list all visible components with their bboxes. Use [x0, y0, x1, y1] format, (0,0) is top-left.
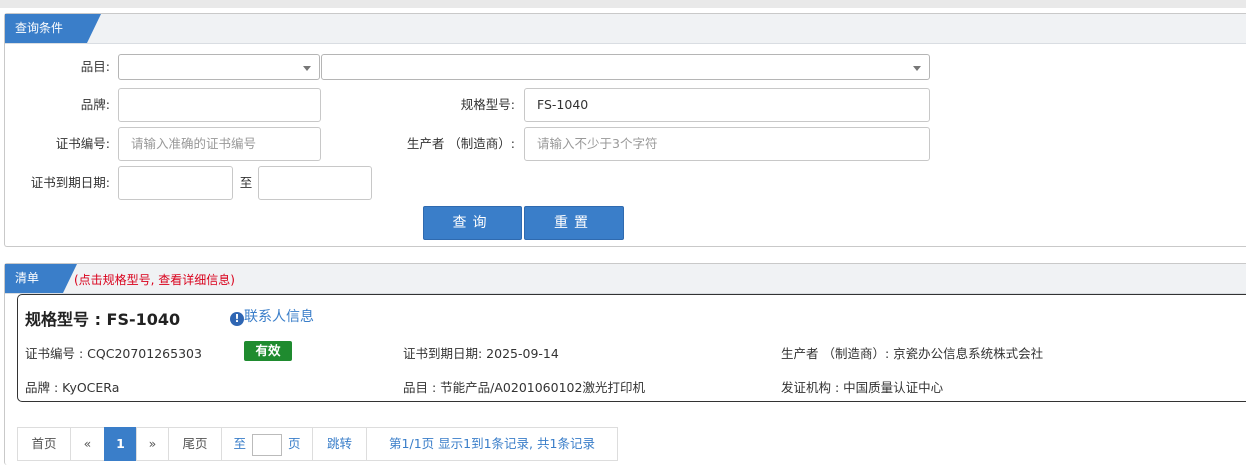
page-current[interactable]: 1 [104, 427, 137, 461]
expiry-label: 证书到期日期: [30, 175, 110, 190]
expiry-to-input[interactable] [258, 166, 372, 200]
brand-input[interactable] [118, 88, 321, 122]
producer-input[interactable]: 请输入不少于3个字符 [524, 127, 930, 161]
result-cert-no: 证书编号 : CQC20701265303 [25, 346, 202, 361]
tab-list-label: 清单 [15, 271, 40, 285]
chevron-down-icon [913, 66, 921, 71]
page-summary: 第1/1页 显示1到1条记录, 共1条记录 [366, 427, 618, 461]
result-card: 规格型号 : FS-1040 ! 联系人信息 证书编号 : CQC20701265… [17, 294, 1246, 402]
page-first[interactable]: 首页 [17, 427, 71, 461]
expiry-from-input[interactable] [118, 166, 233, 200]
cert-no-label: 证书编号: [55, 136, 110, 151]
chevron-down-icon [303, 66, 311, 71]
producer-label: 生产者 （制造商）: [406, 136, 515, 151]
page-goto-prefix: 至 [233, 436, 247, 451]
model-input[interactable]: FS-1040 [524, 88, 930, 122]
result-expiry: 证书到期日期: 2025-09-14 [403, 346, 559, 361]
category-select-secondary[interactable] [321, 54, 930, 80]
model-label: 规格型号: [460, 97, 515, 112]
result-category: 品目 : 节能产品/A0201060102激光打印机 [403, 380, 645, 395]
query-button[interactable]: 查询 [423, 206, 522, 240]
category-label: 品目: [80, 59, 110, 74]
result-producer: 生产者 （制造商）: 京瓷办公信息系统株式会社 [781, 346, 1044, 361]
page-goto-suffix: 页 [287, 436, 301, 451]
page-goto: 至 页 [221, 427, 313, 461]
top-strip [0, 0, 1246, 8]
reset-button[interactable]: 重置 [524, 206, 624, 240]
result-brand: 品牌 : KyOCERa [25, 380, 120, 395]
contact-link[interactable]: ! 联系人信息 [230, 306, 314, 326]
result-issuer: 发证机构 : 中国质量认证中心 [781, 380, 944, 395]
page-prev[interactable]: « [70, 427, 105, 461]
result-title-link[interactable]: 规格型号 : FS-1040 [25, 306, 180, 330]
info-circle-icon: ! [230, 312, 244, 326]
page-next[interactable]: » [136, 427, 169, 461]
status-badge: 有效 [244, 341, 292, 361]
tab-query-conditions[interactable]: 查询条件 [5, 14, 101, 43]
page-number-input[interactable] [252, 433, 282, 456]
query-panel-header [5, 14, 1246, 44]
category-select-primary[interactable] [118, 54, 320, 80]
contact-link-label: 联系人信息 [244, 309, 314, 325]
tab-query-conditions-label: 查询条件 [15, 21, 64, 35]
cert-no-input[interactable]: 请输入准确的证书编号 [118, 127, 321, 161]
page-last[interactable]: 尾页 [168, 427, 222, 461]
page-jump-button[interactable]: 跳转 [312, 427, 367, 461]
brand-label: 品牌: [80, 97, 110, 112]
expiry-to-label: 至 [239, 175, 253, 190]
tab-list[interactable]: 清单 [5, 264, 77, 293]
list-hint: (点击规格型号, 查看详细信息) [74, 273, 235, 287]
